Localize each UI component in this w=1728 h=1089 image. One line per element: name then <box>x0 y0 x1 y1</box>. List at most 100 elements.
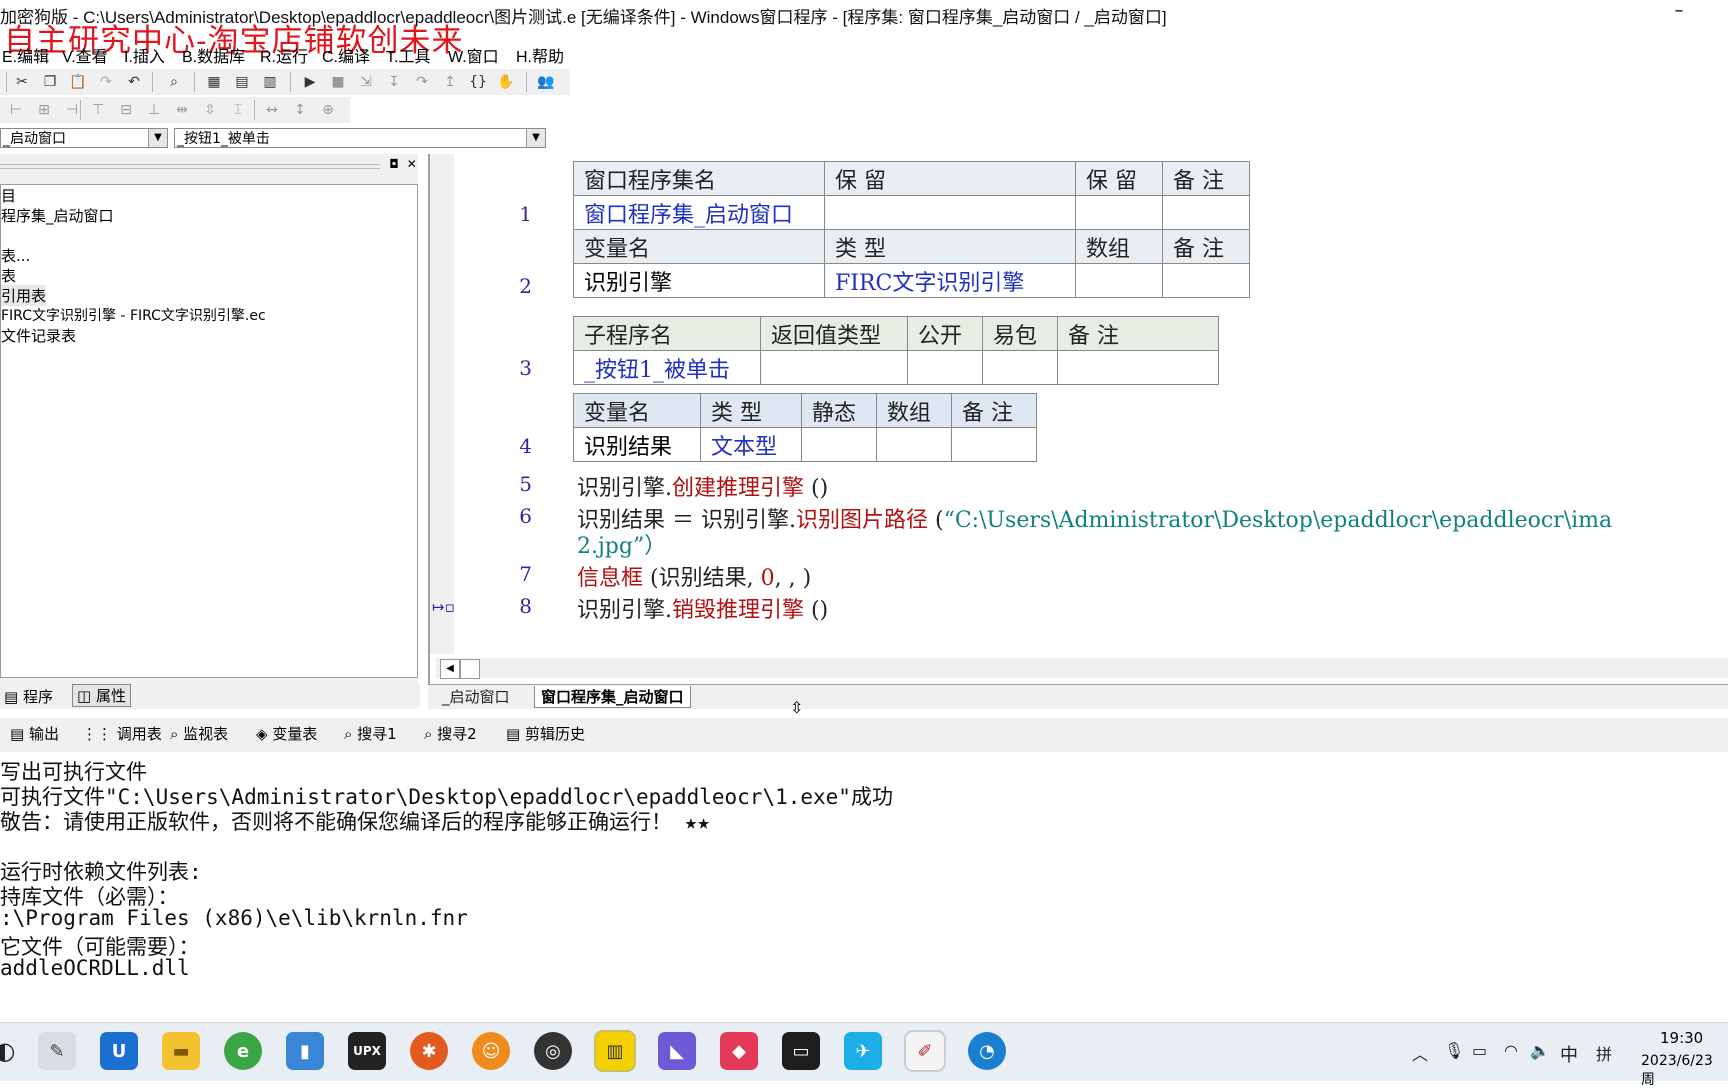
notepad-icon[interactable]: ✎ <box>38 1032 76 1070</box>
tool-red-icon[interactable]: ✱ <box>410 1032 448 1070</box>
project-tree[interactable]: 目 程序集_启动窗口 表... 表 引用表 FIRC文字识别引擎 - FIRC文… <box>0 184 418 678</box>
table-cell[interactable] <box>1162 263 1250 298</box>
code-line-6-wrap[interactable]: 2.jpg”） <box>577 528 666 560</box>
tab-start-window[interactable]: _启动窗口 <box>442 686 510 707</box>
menu-help[interactable]: H.帮助 <box>516 43 564 67</box>
table-cell[interactable] <box>907 350 983 385</box>
tree-item[interactable]: 目 <box>1 185 16 206</box>
table-cell[interactable] <box>801 427 877 462</box>
tab-output[interactable]: ▤ 输出 <box>10 723 59 744</box>
table-cell[interactable] <box>760 350 908 385</box>
hand-icon[interactable]: ✋ <box>496 72 516 92</box>
align-left-icon[interactable]: ⊢ <box>6 100 26 120</box>
subroutine-name-cell[interactable]: _按钮1_被单击 <box>573 350 761 385</box>
table-cell[interactable] <box>1162 195 1250 230</box>
same-width-icon[interactable]: ↔ <box>262 100 282 120</box>
code-line-6[interactable]: 识别结果 ＝ 识别引擎.识别图片路径 (“C:\Users\Administra… <box>577 502 1612 534</box>
tab-search1[interactable]: ⌕ 搜寻1 <box>344 723 397 744</box>
breakpoint-icon[interactable]: {} <box>468 72 488 92</box>
tree-item-assembly[interactable]: 程序集_启动窗口 <box>1 205 114 226</box>
restore-icon[interactable]: ◘ <box>387 157 401 171</box>
same-size-icon[interactable]: ⌶ <box>228 100 248 120</box>
minimize-button[interactable]: – <box>1664 0 1694 28</box>
tab-program[interactable]: ▤ 程序 <box>4 686 53 707</box>
tree-item-module[interactable]: FIRC文字识别引擎 - FIRC文字识别引擎.ec <box>1 305 266 325</box>
tab-assembly[interactable]: 窗口程序集_启动窗口 <box>534 686 691 708</box>
output-panel[interactable]: 写出可执行文件 可执行文件"C:\Users\Administrator\Des… <box>0 752 1728 1012</box>
step-into-icon[interactable]: ↧ <box>384 72 404 92</box>
code-line-8[interactable]: 识别引擎.销毁推理引擎 () <box>577 592 828 624</box>
paste-icon[interactable]: 📋 <box>68 72 88 92</box>
table-cell[interactable] <box>951 427 1037 462</box>
redo-icon[interactable]: ↷ <box>96 72 116 92</box>
ime-mode-indicator[interactable]: 拼 <box>1596 1041 1612 1065</box>
tree-item-filelog[interactable]: 文件记录表 <box>1 325 76 346</box>
obs-icon[interactable]: ◎ <box>534 1032 572 1070</box>
layout-2-icon[interactable]: ▤ <box>232 72 252 92</box>
horizontal-scrollbar[interactable]: ◀ <box>436 658 1728 679</box>
stop-icon[interactable]: ■ <box>328 72 348 92</box>
menu-run[interactable]: R.运行 <box>260 43 308 67</box>
upx-icon[interactable]: UPX <box>348 1032 386 1070</box>
close-icon[interactable]: ✕ <box>405 157 419 171</box>
var-name-cell[interactable]: 识别引擎 <box>573 263 825 298</box>
table-cell[interactable] <box>1057 350 1219 385</box>
tab-callstack[interactable]: ⋮⋮ 调用表 <box>82 723 162 744</box>
menu-window[interactable]: W.窗口 <box>448 43 499 67</box>
files-icon[interactable]: ▮ <box>286 1032 324 1070</box>
space-v-icon[interactable]: ⇳ <box>200 100 220 120</box>
chevron-up-icon[interactable]: ︿ <box>1412 1041 1428 1065</box>
battery-icon[interactable]: ▭ <box>1472 1041 1487 1060</box>
menu-view[interactable]: V.查看 <box>62 43 108 67</box>
start-icon[interactable]: ◐ <box>0 1032 24 1070</box>
center-form-icon[interactable]: ⊕ <box>318 100 338 120</box>
undo-icon[interactable]: ↶ <box>124 72 144 92</box>
red-app-icon[interactable]: ◆ <box>720 1032 758 1070</box>
visual-studio-icon[interactable]: ◣ <box>658 1032 696 1070</box>
outlook-icon[interactable]: U <box>100 1032 138 1070</box>
space-h-icon[interactable]: ⇹ <box>172 100 192 120</box>
terminal-icon[interactable]: ▭ <box>782 1032 820 1070</box>
scroll-thumb[interactable] <box>460 659 480 679</box>
table-cell[interactable] <box>876 427 952 462</box>
tab-variables[interactable]: ◈ 变量表 <box>256 723 317 744</box>
clock-date[interactable]: 2023/6/23 周 <box>1641 1053 1728 1089</box>
class-combo[interactable]: _启动窗口 ▼ <box>0 128 168 148</box>
users-icon[interactable]: 👥 <box>536 72 556 92</box>
bird-app-icon[interactable]: ✈ <box>844 1032 882 1070</box>
menu-database[interactable]: B.数据库 <box>182 43 245 67</box>
table-cell[interactable] <box>1075 195 1163 230</box>
var-type-cell[interactable]: 文本型 <box>700 427 802 462</box>
find-icon[interactable]: ⌕ <box>164 72 184 92</box>
table-cell[interactable] <box>1075 263 1163 298</box>
code-line-7[interactable]: 信息框 (识别结果, 0, , ) <box>577 560 811 592</box>
cut-icon[interactable]: ✂ <box>12 72 32 92</box>
chevron-down-icon[interactable]: ▼ <box>148 129 167 147</box>
tree-item[interactable]: 表... <box>1 245 30 266</box>
code-line-5[interactable]: 识别引擎.创建推理引擎 () <box>577 470 828 502</box>
chevron-down-icon[interactable]: ▼ <box>526 129 545 147</box>
tab-clip-history[interactable]: ▤ 剪辑历史 <box>506 723 585 744</box>
volume-icon[interactable]: 🔈 <box>1530 1041 1550 1060</box>
step-icon[interactable]: ⇲ <box>356 72 376 92</box>
step-over-icon[interactable]: ↷ <box>412 72 432 92</box>
clock-time[interactable]: 19:30 <box>1660 1029 1703 1047</box>
align-bottom-icon[interactable]: ⊥ <box>144 100 164 120</box>
var-type-cell[interactable]: FIRC文字识别引擎 <box>824 263 1076 298</box>
folder-icon[interactable]: ▬ <box>162 1032 200 1070</box>
wifi-icon[interactable]: ◠ <box>1504 1041 1518 1060</box>
edge-icon[interactable]: ◔ <box>968 1032 1006 1070</box>
tab-watch[interactable]: ⌕ 监视表 <box>170 723 228 744</box>
align-middle-icon[interactable]: ⊟ <box>116 100 136 120</box>
method-combo[interactable]: _按钮1_被单击 ▼ <box>174 128 546 148</box>
ime-indicator[interactable]: 中 <box>1560 1041 1578 1067</box>
table-cell[interactable] <box>982 350 1058 385</box>
align-center-icon[interactable]: ⊞ <box>34 100 54 120</box>
browser-e-icon[interactable]: e <box>224 1032 262 1070</box>
same-height-icon[interactable]: ↕ <box>290 100 310 120</box>
splitter-icon[interactable]: ⇳ <box>790 698 803 717</box>
menu-tools[interactable]: T.工具 <box>386 43 430 67</box>
align-top-icon[interactable]: ⊤ <box>88 100 108 120</box>
align-right-icon[interactable]: ⊣ <box>62 100 82 120</box>
step-out-icon[interactable]: ↥ <box>440 72 460 92</box>
